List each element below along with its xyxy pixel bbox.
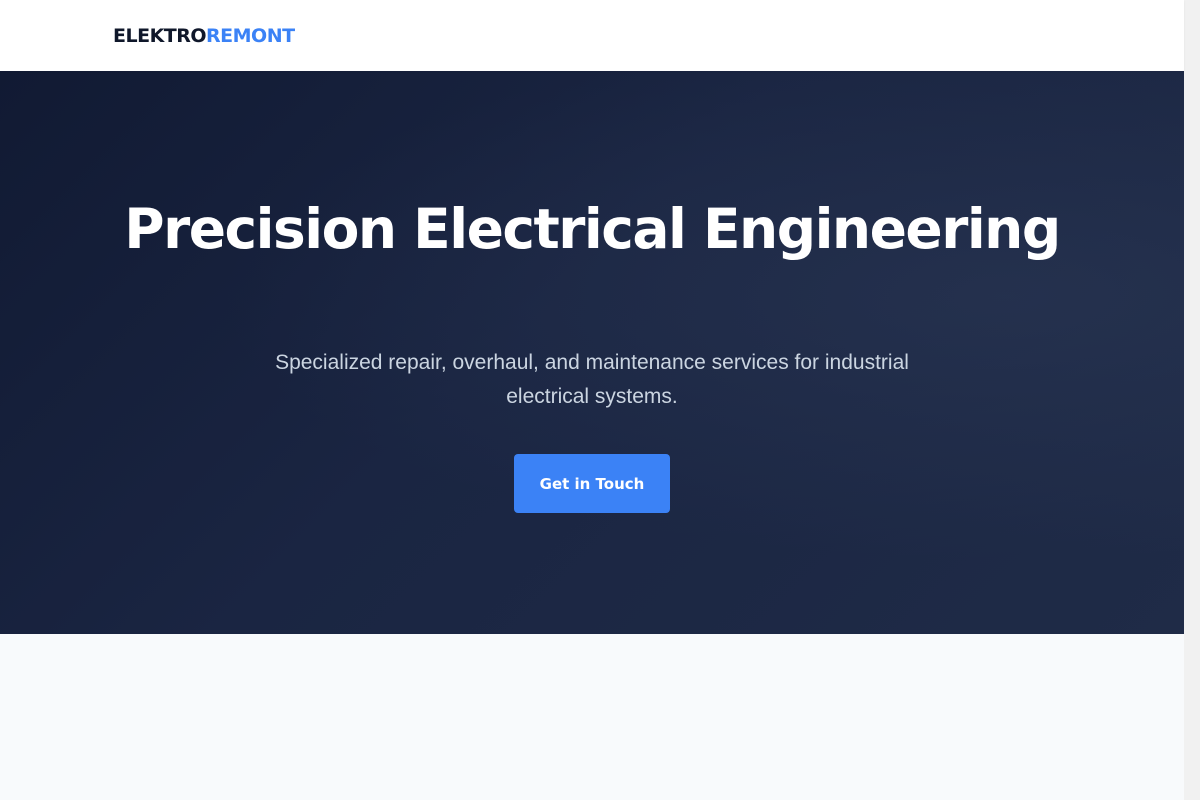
site-header: ELEKTROREMONT [0,0,1184,71]
brand-logo[interactable]: ELEKTROREMONT [113,24,295,48]
hero-section: Precision Electrical Engineering Special… [0,71,1184,634]
logo-text-accent: REMONT [206,25,295,47]
hero-title: Precision Electrical Engineering [124,197,1061,261]
page: ELEKTROREMONT Precision Electrical Engin… [0,0,1184,800]
hero-subtitle: Specialized repair, overhaul, and mainte… [275,351,909,408]
logo-text-primary: ELEKTRO [113,25,207,47]
get-in-touch-button[interactable]: Get in Touch [514,454,670,513]
page-scrollbar[interactable] [1184,0,1200,800]
